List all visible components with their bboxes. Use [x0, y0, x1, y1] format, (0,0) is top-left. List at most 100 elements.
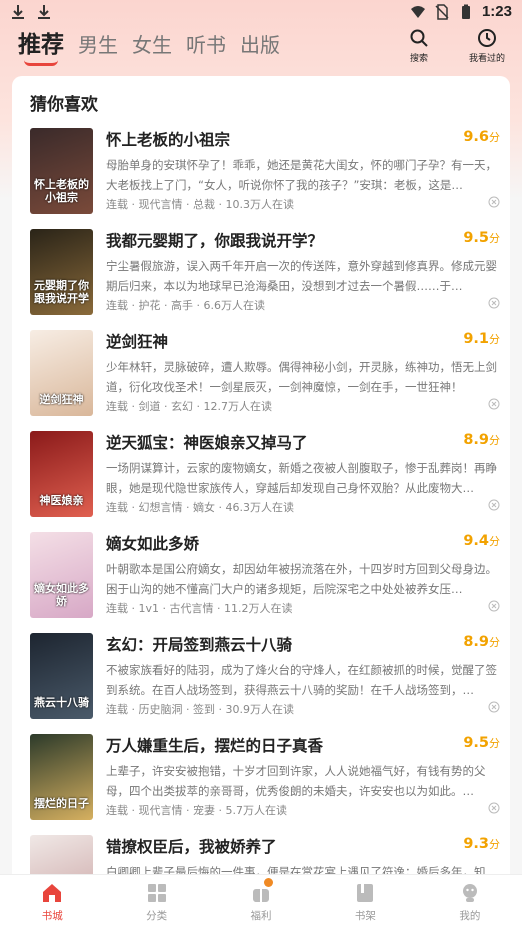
score-unit: 分	[489, 636, 500, 649]
dismiss-icon[interactable]	[488, 196, 500, 208]
score-value: 9.5	[463, 230, 489, 246]
user-icon	[462, 884, 477, 902]
nav-label: 分类	[146, 910, 168, 922]
cover-title: 元婴期了你跟我说开学	[34, 279, 89, 305]
book-title[interactable]: 嫡女如此多娇	[106, 532, 199, 554]
nav-label: 书架	[354, 910, 376, 922]
cover-title: 怀上老板的小祖宗	[34, 178, 89, 204]
score-unit: 分	[489, 434, 500, 447]
book-item[interactable]: 怀上老板的小祖宗 怀上老板的小祖宗 9.6分 母胎单身的安琪怀孕了！乖乖，她还是黄花大…	[30, 128, 500, 218]
book-description: 一场阴谋算计，云家的废物嫡女，新婚之夜被人剖腹取子，惨于乱葬岗！再睁眼，她是现代…	[106, 461, 497, 495]
dismiss-icon[interactable]	[488, 499, 500, 511]
battery-icon	[461, 4, 470, 19]
book-score: 8.9分	[463, 432, 500, 448]
tab-publish[interactable]: 出版	[240, 32, 280, 58]
grid-icon	[147, 884, 166, 902]
book-description: 宁尘暑假旅游，误入两千年开启一次的传送阵，意外穿越到修真界。修成元婴期后归来，本…	[106, 259, 497, 293]
book-score: 9.5分	[463, 735, 500, 751]
search-button[interactable]: 搜索	[398, 28, 440, 64]
nav-label: 书城	[41, 910, 63, 922]
book-meta: 连载 · 幻想言情 · 嫡女 · 46.3万人在读	[106, 501, 294, 514]
book-item[interactable]: 逆剑狂神 逆剑狂神 9.1分 少年林轩，灵脉破碎，遭人欺辱。偶得神秘小剑，开灵脉，练神…	[30, 330, 500, 420]
book-score: 9.3分	[463, 836, 500, 852]
book-description: 少年林轩，灵脉破碎，遭人欺辱。偶得神秘小剑，开灵脉，练神功，悟无上剑道，衍化攻伐…	[106, 360, 497, 394]
book-title[interactable]: 玄幻：开局签到燕云十八骑	[106, 633, 292, 655]
book-item[interactable]: 摆烂的日子 万人嫌重生后，摆烂的日子真香 9.5分上辈子，许安安被抱错，十岁才回到许…	[30, 734, 500, 824]
book-description: 叶朝歌本是国公府嫡女，却因幼年被拐流落在外，十四岁时方回到父母身边。困于山沟的她…	[106, 562, 497, 596]
cover-title: 嫡女如此多娇	[34, 582, 89, 608]
book-meta: 连载 · 剑道 · 玄幻 · 12.7万人在读	[106, 400, 272, 413]
active-tab-indicator	[24, 60, 58, 66]
nav-welfare[interactable]: 福利	[209, 875, 313, 928]
book-cover[interactable]: 摆烂的日子	[30, 734, 93, 820]
book-description: 不被家族看好的陆羽，成为了烽火台的守烽人，在红颜被抓的时候，觉醒了签到系统。在百…	[106, 663, 497, 697]
tab-label: 听书	[186, 33, 226, 57]
no-sim-icon	[435, 3, 449, 20]
score-unit: 分	[489, 737, 500, 750]
book-title[interactable]: 万人嫌重生后，摆烂的日子真香	[106, 734, 323, 756]
book-title[interactable]: 逆剑狂神	[106, 330, 168, 352]
book-score: 9.6分	[463, 129, 500, 145]
score-unit: 分	[489, 535, 500, 548]
cover-title: 逆剑狂神	[39, 393, 84, 406]
tab-female[interactable]: 女生	[132, 32, 172, 58]
book-title[interactable]: 我都元婴期了，你跟我说开学？	[106, 229, 323, 251]
bookshelf-icon	[357, 884, 374, 902]
book-title[interactable]: 逆天狐宝：神医娘亲又掉马了	[106, 431, 308, 453]
nav-label: 福利	[250, 910, 272, 922]
nav-bookshelf[interactable]: 书架	[313, 875, 417, 928]
download-icon	[12, 5, 24, 19]
search-label: 搜索	[409, 54, 428, 64]
score-value: 8.9	[463, 432, 489, 448]
score-value: 9.3	[463, 836, 489, 852]
section-title: 猜你喜欢	[30, 95, 98, 115]
history-label: 我看过的	[468, 54, 505, 64]
score-value: 9.4	[463, 533, 489, 549]
history-button[interactable]: 我看过的	[466, 28, 508, 64]
clock-icon	[478, 29, 496, 47]
tab-recommend[interactable]: 推荐	[18, 32, 64, 66]
book-score: 9.4分	[463, 533, 500, 549]
book-meta: 连载 · 现代言情 · 总裁 · 10.3万人在读	[106, 198, 294, 211]
dismiss-icon[interactable]	[488, 600, 500, 612]
book-meta: 连载 · 1v1 · 古代言情 · 11.2万人在读	[106, 602, 293, 615]
book-cover[interactable]: 元婴期了你跟我说开学	[30, 229, 93, 315]
book-cover[interactable]: 怀上老板的小祖宗	[30, 128, 93, 214]
book-meta: 连载 · 现代言情 · 宠妻 · 5.7万人在读	[106, 804, 287, 817]
tab-male[interactable]: 男生	[78, 32, 118, 58]
score-value: 9.6	[463, 129, 489, 145]
book-item[interactable]: 嫡女如此多娇 嫡女如此多娇 9.4分 叶朝歌本是国公府嫡女，却因幼年被拐流落在外，十四…	[30, 532, 500, 622]
book-title[interactable]: 错撩权臣后，我被娇养了	[106, 835, 277, 857]
tab-label: 男生	[78, 33, 118, 57]
score-unit: 分	[489, 333, 500, 346]
tab-label: 出版	[240, 33, 280, 57]
score-unit: 分	[489, 838, 500, 851]
score-value: 9.1	[463, 331, 489, 347]
book-cover[interactable]: 嫡女如此多娇	[30, 532, 93, 618]
dismiss-icon[interactable]	[488, 701, 500, 713]
tab-label: 女生	[132, 33, 172, 57]
channel-tabs: 推荐 男生 女生 听书 出版	[18, 32, 280, 66]
book-cover[interactable]: 神医娘亲	[30, 431, 93, 517]
tab-audiobook[interactable]: 听书	[186, 32, 226, 58]
cover-title: 神医娘亲	[39, 494, 84, 507]
book-cover[interactable]: 逆剑狂神	[30, 330, 93, 416]
book-item[interactable]: 燕云十八骑 玄幻：开局签到燕云十八骑 8.9分 不被家族看好的陆羽，成为了烽火台的守烽…	[30, 633, 500, 723]
bottom-nav: 书城 分类 福利 书架 我的	[0, 874, 522, 928]
book-item[interactable]: 元婴期了你跟我说开学 我都元婴期了，你跟我说开学？ 9.5分 宁尘暑假旅游，误入两千年…	[30, 229, 500, 319]
book-title[interactable]: 怀上老板的小祖宗	[106, 128, 230, 150]
nav-profile[interactable]: 我的	[418, 875, 522, 928]
dismiss-icon[interactable]	[488, 297, 500, 309]
book-description: 上辈子，许安安被抱错，十岁才回到许家，人人说她福气好，有钱有势的父母，四个出类拔…	[106, 764, 486, 798]
dismiss-icon[interactable]	[488, 398, 500, 410]
book-description: 母胎单身的安琪怀孕了！乖乖，她还是黄花大闺女，怀的哪门子孕？有一天，大老板找上了…	[106, 158, 497, 192]
nav-category[interactable]: 分类	[104, 875, 208, 928]
search-icon	[410, 29, 428, 47]
nav-bookstore[interactable]: 书城	[0, 875, 104, 928]
book-cover[interactable]: 燕云十八骑	[30, 633, 93, 719]
book-item[interactable]: 神医娘亲 逆天狐宝：神医娘亲又掉马了 8.9分一场阴谋算计，云家的废物嫡女，新婚之夜…	[30, 431, 500, 521]
score-value: 9.5	[463, 735, 489, 751]
recommend-card: 猜你喜欢 怀上老板的小祖宗 怀上老板的小祖宗 9.6分 母胎单身的安琪怀孕了！乖乖，她…	[12, 76, 510, 886]
dismiss-icon[interactable]	[488, 802, 500, 814]
book-meta: 连载 · 护花 · 高手 · 6.6万人在读	[106, 299, 265, 312]
